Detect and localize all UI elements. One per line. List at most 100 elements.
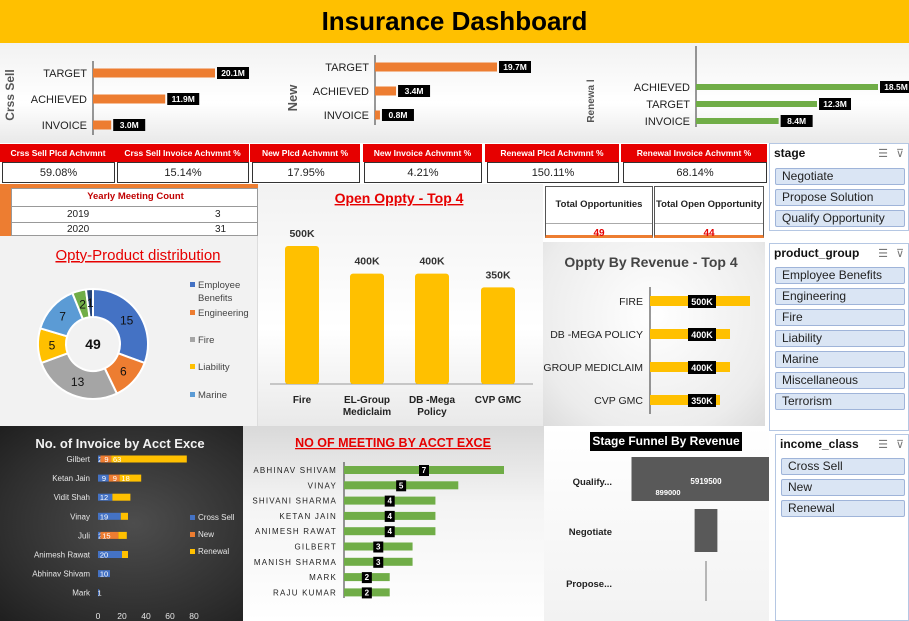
- invoice-by-acct-title: No. of Invoice by Acct Exce: [35, 436, 204, 451]
- total-opportunities-value: 49: [593, 228, 605, 239]
- clear-filter-icon[interactable]: ⊽: [896, 438, 904, 451]
- funnel-category: Propose...: [566, 579, 612, 590]
- invoice-legend-label: Cross Sell: [198, 513, 235, 522]
- invoice-bar-label: 20: [100, 551, 108, 560]
- bar-row-bar: [375, 110, 380, 120]
- bar-row-label: ACHIEVED: [634, 82, 690, 94]
- meeting-value: 4: [387, 497, 392, 506]
- slicer-item[interactable]: New: [781, 479, 905, 496]
- meeting-value: 2: [365, 573, 370, 582]
- revenue-category: DB -MEGA POLICY: [550, 329, 643, 341]
- slicer-item[interactable]: Propose Solution: [775, 189, 905, 206]
- invoice-legend-label: Renewal: [198, 547, 229, 556]
- slicer-item[interactable]: Renewal: [781, 500, 905, 517]
- meeting-value: 3: [376, 558, 381, 567]
- slicer-item[interactable]: Negotiate: [775, 168, 905, 185]
- multi-select-icon[interactable]: ☰: [878, 438, 888, 451]
- invoice-bar-label: 18: [121, 474, 129, 483]
- invoice-category: Mark: [72, 589, 91, 598]
- meeting-category: VINAY: [308, 481, 337, 490]
- slicer-item[interactable]: Liability: [775, 330, 905, 347]
- meeting-value: 3: [376, 543, 381, 552]
- yearly-meeting-title: Yearly Meeting Count: [87, 191, 184, 202]
- clear-filter-icon[interactable]: ⊽: [896, 247, 904, 260]
- bar-row-label: TARGET: [43, 68, 87, 80]
- slicer-item[interactable]: Engineering: [775, 288, 905, 305]
- funnel-category: Negotiate: [569, 527, 612, 538]
- legend-swatch: [190, 337, 195, 342]
- legend-swatch: [190, 364, 195, 369]
- invoice-bar-segment: [112, 493, 131, 501]
- legend-label: Marine: [198, 390, 227, 401]
- slicer-item[interactable]: Terrorism: [775, 393, 905, 410]
- slicer-item[interactable]: Cross Sell: [781, 458, 905, 475]
- income-class-slicer: income_class ☰ ⊽ Cross Sell New Renewal: [775, 434, 909, 621]
- meeting-value: 4: [387, 527, 392, 536]
- kpi-label: New Invoice Achvmnt %: [363, 144, 482, 162]
- oppty-revenue-chart: Oppty By Revenue - Top 4 FIRE 500K DB -MEG…: [540, 254, 750, 414]
- bar-row-value: 3.4M: [405, 86, 424, 96]
- kpi-label: Crss Sell Plcd Achvmnt: [0, 144, 116, 162]
- open-oppty-bar: [285, 246, 319, 384]
- kpi-label: New Plcd Achvmnt %: [250, 144, 360, 162]
- total-open-opportunity-value: 44: [703, 228, 715, 239]
- bar-row-value: 20.1M: [221, 68, 245, 78]
- open-oppty-category: DB -Mega: [409, 395, 456, 406]
- bar-row-label: ACHIEVED: [31, 94, 87, 106]
- slicer-item[interactable]: Employee Benefits: [775, 267, 905, 284]
- meeting-value: 5: [399, 481, 404, 490]
- kpi-value: 4.21%: [364, 162, 482, 183]
- open-oppty-bar: [481, 287, 515, 384]
- invoice-category: Juli: [78, 531, 90, 540]
- slicer-item[interactable]: Fire: [775, 309, 905, 326]
- open-oppty-value: 400K: [354, 256, 380, 268]
- invoice-by-acct-panel: No. of Invoice by Acct Exce Gilbert 2 9 63 K…: [0, 426, 243, 621]
- cross-sell-chart: Crss Sell TARGET 20.1M ACHIEVED 11.9M INVOIC…: [3, 61, 249, 135]
- meeting-category: MARK: [309, 573, 337, 582]
- donut-slice-label: 6: [120, 365, 127, 379]
- total-open-opportunity-label: Total Open Opportunity: [656, 199, 762, 210]
- revenue-category: FIRE: [619, 296, 643, 308]
- multi-select-icon[interactable]: ☰: [878, 147, 888, 160]
- invoice-bar-segment: [118, 531, 127, 539]
- open-oppty-chart: Open Oppty - Top 4 500K Fire 400K EL-GroupM…: [270, 190, 533, 418]
- year-2019-count: 3: [215, 209, 221, 220]
- meeting-value: 2: [365, 588, 370, 597]
- bar-row-bar: [696, 101, 818, 107]
- donut-slice-label: 13: [71, 375, 85, 389]
- revenue-value: 350K: [691, 396, 713, 406]
- bar-row-value: 12.3M: [823, 99, 847, 109]
- oppty-revenue-title: Oppty By Revenue - Top 4: [564, 254, 737, 270]
- meeting-category: KETAN JAIN: [279, 512, 337, 521]
- dashboard-header: Insurance Dashboard: [0, 0, 909, 43]
- legend-label: Liability: [198, 362, 230, 373]
- revenue-category: -GROUP MEDICLAIM: [543, 362, 643, 374]
- bar-row-value: 19.7M: [503, 62, 527, 72]
- multi-select-icon[interactable]: ☰: [878, 247, 888, 260]
- revenue-value: 500K: [691, 297, 713, 307]
- opty-product-panel: Opty-Product distribution 15 6 13 5 7 2 1 49 E…: [0, 236, 258, 426]
- slicer-item[interactable]: Miscellaneous: [775, 372, 905, 389]
- invoice-category: Ketan Jain: [52, 474, 90, 483]
- clear-filter-icon[interactable]: ⊽: [896, 147, 904, 160]
- donut-slice-label: 1: [87, 296, 94, 310]
- new-panel: New TARGET 19.7M ACHIEVED 3.4M INVOICE 0.8M: [277, 43, 568, 143]
- invoice-bar-segment: [120, 512, 128, 520]
- cross-sell-panel: Crss Sell TARGET 20.1M ACHIEVED 11.9M INVOIC…: [0, 43, 277, 143]
- bar-row-bar: [93, 68, 215, 78]
- total-open-opportunity-card: Total Open Opportunity 44: [654, 186, 764, 239]
- invoice-by-acct-chart: No. of Invoice by Acct Exce Gilbert 2 9 63K…: [32, 436, 235, 621]
- legend-swatch: [190, 310, 195, 315]
- slicer-title: stage: [774, 146, 806, 160]
- slicer-item[interactable]: Marine: [775, 351, 905, 368]
- bar-row-value: 11.9M: [172, 94, 195, 104]
- invoice-x-tick: 40: [141, 611, 151, 621]
- bar-row-label: TARGET: [325, 62, 369, 74]
- bar-row-label: TARGET: [646, 99, 690, 111]
- yearly-meeting-table: Yearly Meeting Count 2019 3 2020 31: [11, 188, 258, 236]
- invoice-bar-segment: [122, 551, 128, 558]
- invoice-x-tick: 60: [165, 611, 175, 621]
- open-oppty-panel: Open Oppty - Top 4 500K Fire 400K EL-Group M…: [258, 184, 543, 426]
- slicer-title: income_class: [780, 437, 859, 451]
- slicer-item[interactable]: Qualify Opportunity: [775, 210, 905, 227]
